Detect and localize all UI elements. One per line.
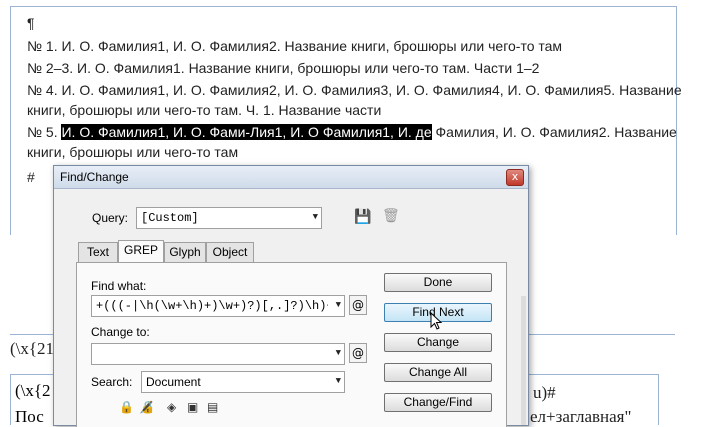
include-locked-stories-icon[interactable]: 🔏 bbox=[139, 400, 154, 414]
find-what-field[interactable]: +(((-|\h(\w+\h)+)\w+)?)[,.]?)\h)+(?=\u) … bbox=[91, 295, 345, 317]
dialog-scrollbar[interactable] bbox=[521, 296, 526, 425]
include-master-pages-icon[interactable]: ▣ bbox=[187, 400, 198, 414]
doc-line-1[interactable]: № 1. И. О. Фамилия1, И. О. Фамилия2. Наз… bbox=[27, 38, 562, 54]
doc-line-2[interactable]: № 2–3. И. О. Фамилия1. Название книги, б… bbox=[27, 60, 539, 76]
doc-line-3[interactable]: № 4. И. О. Фамилия1, И. О. Фамилия2, И. … bbox=[27, 82, 682, 98]
change-find-button[interactable]: Change/Find bbox=[384, 393, 492, 412]
search-label: Search: bbox=[91, 375, 133, 389]
change-to-field[interactable]: ▼ bbox=[91, 343, 345, 365]
tab-grep[interactable]: GREP bbox=[118, 240, 164, 263]
query-value: [Custom] bbox=[141, 211, 199, 225]
query-label: Query: bbox=[92, 211, 129, 225]
doc-line-5[interactable]: № 5. И. О. Фамилия1, И. О. Фами-Лия1, И.… bbox=[27, 124, 677, 140]
find-what-label: Find what: bbox=[91, 279, 147, 293]
chevron-down-icon: ▼ bbox=[335, 348, 341, 358]
doc-line-5-prefix: № 5. bbox=[27, 124, 58, 140]
pilcrow-top: ¶ bbox=[27, 15, 35, 31]
special-chars-change-button[interactable]: @ bbox=[349, 343, 367, 363]
done-button[interactable]: Done bbox=[384, 273, 492, 292]
tab-glyph[interactable]: Glyph bbox=[164, 242, 206, 262]
query-dropdown[interactable]: [Custom] ▼ bbox=[136, 207, 322, 229]
chevron-down-icon: ▼ bbox=[312, 212, 318, 222]
lower-fragment-2: (\x{2 bbox=[15, 381, 51, 400]
mouse-cursor-icon bbox=[430, 312, 443, 330]
end-mark: # bbox=[27, 169, 35, 185]
include-hidden-layers-icon[interactable]: ◈ bbox=[167, 400, 176, 414]
close-button[interactable]: x bbox=[506, 169, 524, 186]
find-what-value: +(((-|\h(\w+\h)+)\w+)?)[,.]?)\h)+(?=\u) bbox=[96, 299, 328, 313]
dialog-titlebar[interactable]: Find/Change x bbox=[54, 166, 528, 189]
change-button[interactable]: Change bbox=[384, 333, 492, 352]
chevron-down-icon: ▼ bbox=[335, 300, 341, 310]
selected-text[interactable]: И. О. Фамилия1, И. О. Фами-Лия1, И. О Фа… bbox=[61, 124, 432, 140]
lower-fragment-1: (\x{21 bbox=[10, 339, 55, 358]
include-locked-layers-icon[interactable]: 🔒 bbox=[119, 400, 134, 414]
tab-object[interactable]: Object bbox=[206, 242, 254, 262]
delete-query-icon[interactable]: 🗑 bbox=[382, 208, 400, 224]
save-query-icon[interactable]: 💾 bbox=[354, 209, 371, 225]
find-change-dialog: Find/Change x Query: [Custom] ▼ 💾 🗑 Text… bbox=[53, 165, 529, 427]
grep-panel: Find what: +(((-|\h(\w+\h)+)\w+)?)[,.]?)… bbox=[76, 262, 507, 427]
chevron-down-icon: ▼ bbox=[335, 376, 341, 386]
doc-line-6[interactable]: книги, брошюры или чего-то там bbox=[27, 144, 238, 160]
doc-line-4[interactable]: книги, брошюры или чего-то там. Ч. 1. На… bbox=[27, 102, 381, 118]
special-chars-find-button[interactable]: @ bbox=[349, 295, 367, 315]
search-value: Document bbox=[146, 375, 201, 389]
search-scope-dropdown[interactable]: Document ▼ bbox=[141, 371, 345, 393]
tab-text[interactable]: Text bbox=[78, 242, 118, 262]
lower-fragment-4: Пос bbox=[15, 407, 44, 426]
dialog-title: Find/Change bbox=[60, 170, 129, 184]
change-to-label: Change to: bbox=[91, 325, 150, 339]
include-footnotes-icon[interactable]: ▤ bbox=[207, 400, 218, 414]
change-all-button[interactable]: Change All bbox=[384, 363, 492, 382]
doc-line-5-rest: Фамилия, И. О. Фамилия2. Название bbox=[435, 124, 677, 140]
